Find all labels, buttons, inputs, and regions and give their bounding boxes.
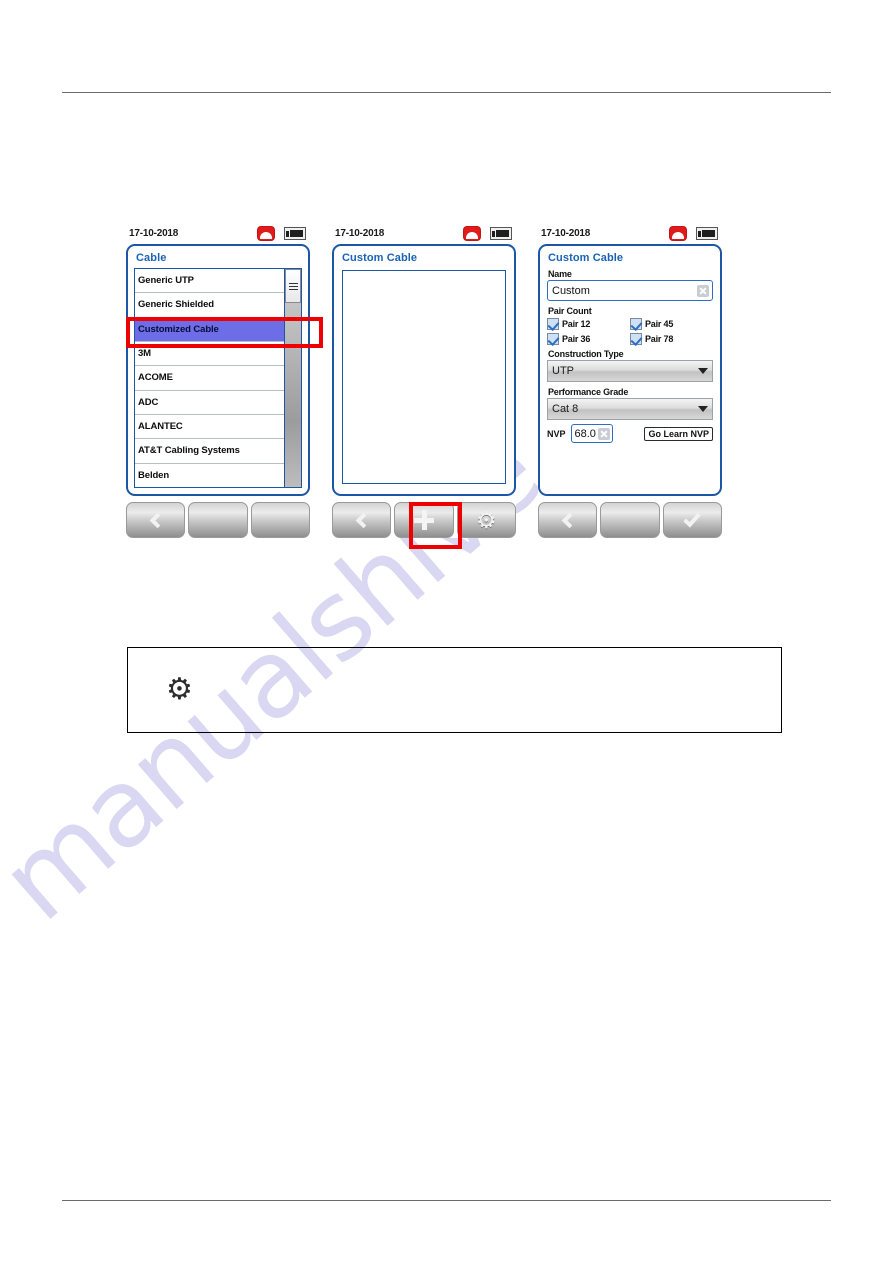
list-item[interactable]: Belden [135,463,284,487]
nvp-value: 68.0 [574,427,596,440]
chevron-down-icon [698,406,708,412]
custom-cable-form: Name Custom Pair Count Pair 12 Pair 45 P… [546,268,714,488]
nvp-label: NVP [547,428,566,439]
name-label: Name [548,269,572,279]
plus-icon [413,510,434,530]
statusbar-3: 17-10-2018 [538,222,722,244]
watermark: manualshive [0,413,760,1020]
page-top-rule [62,92,831,93]
screen-custom-cable-empty: Custom Cable [332,244,516,496]
screen-title-cable: Cable [136,252,167,264]
clear-nvp-icon[interactable] [597,427,610,440]
performance-grade-label: Performance Grade [548,387,629,397]
nvp-field[interactable]: 68.0 [570,424,613,443]
gear-icon: ⚙ [166,673,193,706]
cable-list-column: Generic UTP Generic Shielded Customized … [135,269,284,487]
list-item[interactable]: ACOME [135,366,284,391]
gear-icon: ⚙ [476,506,497,533]
pair-count-group: Pair 12 Pair 45 Pair 36 Pair 78 [547,318,713,345]
checkbox-icon[interactable] [630,318,642,330]
construction-type-select[interactable]: UTP [547,360,713,382]
checkbox-icon[interactable] [630,333,642,345]
phone-down-icon [669,225,687,241]
back-button[interactable] [126,502,186,538]
screen-title-custom-cable: Custom Cable [342,252,418,264]
chevron-down-icon [698,368,708,374]
performance-grade-value: Cat 8 [552,403,579,415]
confirm-button[interactable] [662,502,722,538]
back-button[interactable] [332,502,392,538]
battery-tip [286,230,289,237]
construction-type-label: Construction Type [548,349,624,359]
screen-custom-cable-form: Custom Cable Name Custom Pair Count Pair… [538,244,722,496]
status-date-2: 17-10-2018 [335,227,385,239]
custom-cable-empty-list[interactable] [342,270,506,484]
status-date-3: 17-10-2018 [541,227,591,239]
back-chevron-icon [561,512,578,528]
battery-fill [290,229,303,237]
statusbar-1: 17-10-2018 [126,222,310,244]
statusbar-2: 17-10-2018 [332,222,516,244]
scrollbar-grip-icon [288,282,298,290]
pair-label: Pair 78 [645,334,674,344]
cable-list[interactable]: Generic UTP Generic Shielded Customized … [134,268,302,488]
blank-button-2[interactable] [250,502,310,538]
clear-name-icon[interactable] [697,284,709,297]
construction-type-value: UTP [552,365,574,377]
scrollbar-thumb[interactable] [285,269,301,303]
back-chevron-icon [355,512,372,528]
pair-label: Pair 36 [562,334,591,344]
blank-button-1[interactable] [188,502,248,538]
device-screenshot-row: 17-10-2018 Cable Generic UTP Generic Shi… [126,222,722,538]
battery-icon [284,226,306,240]
pair-label: Pair 45 [645,319,674,329]
battery-tip [698,230,701,237]
list-item-customized-cable[interactable]: Customized Cable [135,317,284,342]
go-learn-nvp-button[interactable]: Go Learn NVP [644,426,713,441]
list-item[interactable]: 3M [135,341,284,367]
list-scrollbar[interactable] [284,269,301,487]
status-date-1: 17-10-2018 [129,227,179,239]
battery-icon [490,226,512,240]
battery-fill [496,229,509,237]
battery-icon [696,226,718,240]
pair-label: Pair 12 [562,319,591,329]
checkbox-icon[interactable] [547,333,559,345]
performance-grade-select[interactable]: Cat 8 [547,398,713,420]
button-bar-2: ⚙ [332,502,516,538]
list-item[interactable]: Generic Shielded [135,293,284,318]
device-custom-cable-empty: 17-10-2018 Custom Cable ⚙ [332,222,516,538]
device-cable-list: 17-10-2018 Cable Generic UTP Generic Shi… [126,222,310,538]
name-field[interactable]: Custom [547,280,713,301]
phone-down-icon [257,225,275,241]
back-chevron-icon [149,512,166,528]
device-custom-cable-form: 17-10-2018 Custom Cable Name Custom Pair… [538,222,722,538]
list-item[interactable]: ALANTEC [135,414,284,440]
pair-checkbox-78[interactable]: Pair 78 [630,333,713,345]
list-item[interactable]: AT&T Cabling Systems [135,439,284,464]
battery-fill [702,229,715,237]
settings-button[interactable]: ⚙ [456,502,516,538]
page-bottom-rule [62,1200,831,1201]
back-button[interactable] [538,502,598,538]
check-icon [683,509,702,527]
screen-title-custom-cable-form: Custom Cable [548,252,624,264]
pair-checkbox-36[interactable]: Pair 36 [547,333,630,345]
name-value: Custom [552,284,590,297]
nvp-row: NVP 68.0 Go Learn NVP [547,424,713,443]
button-bar-1 [126,502,310,538]
pair-checkbox-45[interactable]: Pair 45 [630,318,713,330]
phone-down-icon [463,225,481,241]
pair-count-label: Pair Count [548,306,592,316]
checkbox-icon[interactable] [547,318,559,330]
screen-cable-list: Cable Generic UTP Generic Shielded Custo… [126,244,310,496]
list-item[interactable]: ADC [135,390,284,415]
pair-checkbox-12[interactable]: Pair 12 [547,318,630,330]
battery-tip [492,230,495,237]
blank-button-3[interactable] [600,502,660,538]
note-box: ⚙ [127,647,782,733]
add-button[interactable] [394,502,454,538]
list-item[interactable]: Generic UTP [135,269,284,294]
button-bar-3 [538,502,722,538]
